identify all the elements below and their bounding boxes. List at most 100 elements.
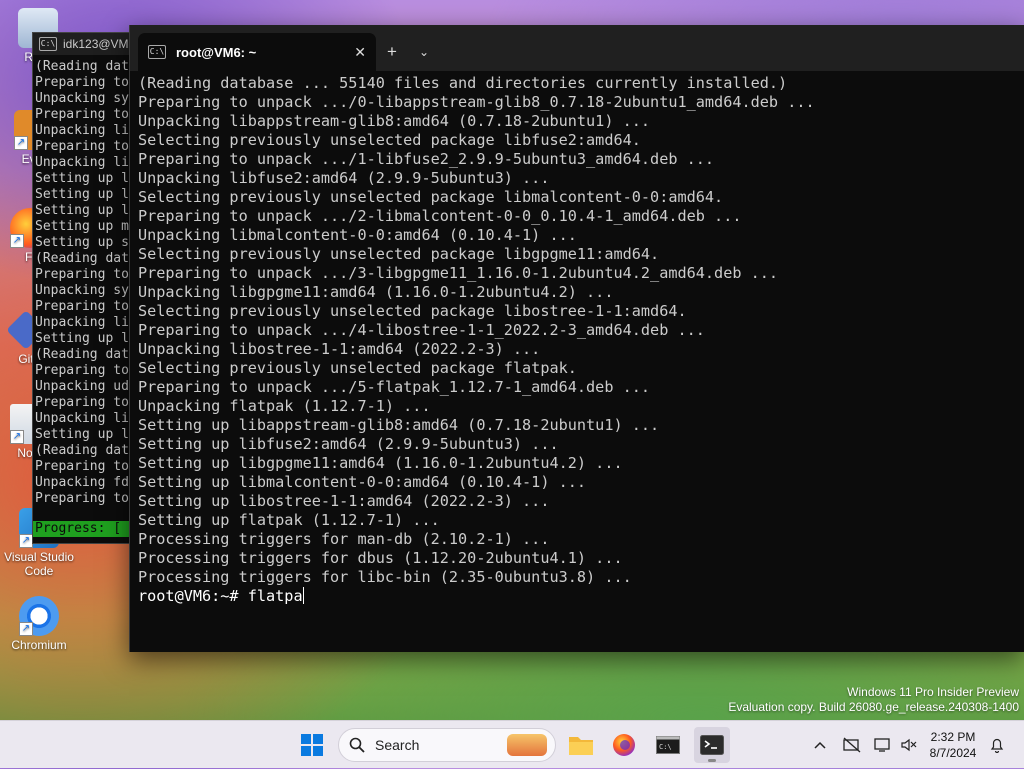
notifications-button[interactable]	[986, 721, 1008, 769]
background-terminal-output-line: Setting up l	[35, 187, 129, 202]
cmd-icon: C:\	[656, 736, 680, 754]
terminal-output-line: Preparing to unpack .../2-libmalcontent-…	[138, 207, 742, 225]
taskbar-search-box[interactable]: Search	[338, 728, 556, 762]
terminal-output-line: Setting up libostree-1-1:amd64 (2022.2-3…	[138, 492, 550, 510]
shortcut-arrow-icon: ↗	[10, 234, 24, 248]
volume-status[interactable]	[898, 721, 920, 769]
terminal-lines: (Reading database ... 55140 files and di…	[138, 74, 1024, 587]
background-terminal-output-line: Unpacking li	[35, 123, 129, 138]
background-terminal-output-line: (Reading dat	[35, 251, 129, 266]
shortcut-arrow-icon: ↗	[14, 136, 28, 150]
command-line[interactable]: root@VM6:~# flatpa	[138, 587, 1024, 606]
background-terminal-titlebar[interactable]: C:\ idk123@VM	[33, 33, 133, 55]
monitor-icon	[874, 738, 890, 752]
terminal-icon: C:\	[39, 37, 57, 51]
terminal-output-line: Selecting previously unselected package …	[138, 245, 660, 263]
search-highlight-icon	[507, 734, 547, 756]
network-status[interactable]	[840, 721, 864, 769]
terminal-output-line: Setting up libappstream-glib8:amd64 (0.7…	[138, 416, 660, 434]
evaluation-watermark: Windows 11 Pro Insider Preview Evaluatio…	[728, 685, 1019, 715]
watermark-line-1: Windows 11 Pro Insider Preview	[847, 685, 1019, 699]
background-terminal-output-line: Unpacking li	[35, 315, 129, 330]
terminal-output-line: Selecting previously unselected package …	[138, 131, 641, 149]
terminal-output-line: Setting up libgpgme11:amd64 (1.16.0-1.2u…	[138, 454, 623, 472]
shortcut-arrow-icon: ↗	[10, 430, 24, 444]
terminal-output-line: Unpacking flatpak (1.12.7-1) ...	[138, 397, 431, 415]
terminal-output-line: Processing triggers for dbus (1.12.20-2u…	[138, 549, 623, 567]
bell-icon	[990, 738, 1004, 753]
desktop-icon-chromium[interactable]: ↗ Chromium	[3, 596, 75, 652]
background-terminal-output-line: Setting up l	[35, 203, 129, 218]
background-terminal-output-line: (Reading dat	[35, 347, 129, 362]
terminal-output-line: Preparing to unpack .../3-libgpgme11_1.1…	[138, 264, 779, 282]
terminal-window[interactable]: C:\ root@VM6: ~ ✕ + ⌄ (Reading database …	[129, 25, 1024, 652]
terminal-taskbar-button-1[interactable]: C:\	[650, 727, 686, 763]
search-placeholder: Search	[375, 737, 420, 753]
taskbar: Search C:\ 2:32 PM 8/7/2024	[0, 720, 1024, 768]
background-terminal-output-line: Preparing to	[35, 491, 129, 506]
chromium-icon: ↗	[19, 596, 59, 636]
clock[interactable]: 2:32 PM 8/7/2024	[924, 729, 982, 761]
background-terminal-output-line: Setting up l	[35, 331, 129, 346]
background-terminal-window[interactable]: C:\ idk123@VM (Reading dat Preparing to Un…	[32, 32, 134, 544]
shortcut-arrow-icon: ↗	[19, 534, 33, 548]
terminal-output-line: Setting up libmalcontent-0-0:amd64 (0.10…	[138, 473, 587, 491]
terminal-output-line: Selecting previously unselected package …	[138, 359, 577, 377]
terminal-taskbar-button-active[interactable]	[694, 727, 730, 763]
background-terminal-output-line: Preparing to	[35, 395, 129, 410]
background-terminal-output-line: Preparing to	[35, 75, 129, 90]
background-terminal-output-line: (Reading dat	[35, 59, 129, 74]
text-cursor	[302, 587, 304, 604]
background-terminal-title: idk123@VM	[63, 37, 129, 51]
terminal-output-line: Unpacking libostree-1-1:amd64 (2022.2-3)…	[138, 340, 541, 358]
terminal-tab[interactable]: C:\ root@VM6: ~ ✕	[138, 33, 376, 71]
show-hidden-icons-button[interactable]	[808, 721, 832, 769]
background-terminal-output-line: Preparing to	[35, 267, 129, 282]
background-terminal-output-line: Setting up l	[35, 171, 129, 186]
prompt: root@VM6:~#	[138, 587, 248, 605]
close-tab-icon[interactable]: ✕	[354, 44, 366, 61]
terminal-output-line: Unpacking libmalcontent-0-0:amd64 (0.10.…	[138, 226, 577, 244]
background-terminal-output: (Reading dat Preparing to Unpacking sy Prep…	[33, 55, 133, 507]
display-status[interactable]	[872, 721, 894, 769]
terminal-output-line: Processing triggers for libc-bin (2.35-0…	[138, 568, 632, 586]
terminal-output-line: Unpacking libappstream-glib8:amd64 (0.7.…	[138, 112, 651, 130]
background-terminal-output-line: Unpacking sy	[35, 283, 129, 298]
background-terminal-output-line: Preparing to	[35, 459, 129, 474]
background-terminal-output-line: Unpacking fd	[35, 475, 129, 490]
start-button[interactable]	[294, 727, 330, 763]
search-icon	[349, 737, 365, 753]
chevron-up-icon	[814, 741, 826, 749]
terminal-output-line: Preparing to unpack .../1-libfuse2_2.9.9…	[138, 150, 715, 168]
terminal-icon	[700, 735, 724, 755]
folder-icon	[569, 737, 593, 755]
terminal-output[interactable]: (Reading database ... 55140 files and di…	[130, 71, 1024, 606]
background-terminal-output-line: Unpacking li	[35, 411, 129, 426]
progress-bar: Progress: [	[33, 521, 133, 537]
terminal-output-line: Setting up libfuse2:amd64 (2.9.9-5ubuntu…	[138, 435, 559, 453]
new-tab-button[interactable]: +	[376, 33, 408, 71]
terminal-icon: C:\	[148, 45, 166, 59]
background-terminal-output-line: Setting up l	[35, 427, 129, 442]
firefox-icon	[613, 734, 635, 756]
terminal-output-line: Selecting previously unselected package …	[138, 188, 724, 206]
terminal-output-line: Preparing to unpack .../4-libostree-1-1_…	[138, 321, 705, 339]
tab-bar: C:\ root@VM6: ~ ✕ + ⌄	[130, 25, 1024, 71]
terminal-output-line: Unpacking libgpgme11:amd64 (1.16.0-1.2ub…	[138, 283, 614, 301]
tab-dropdown-button[interactable]: ⌄	[408, 33, 440, 71]
clock-date: 8/7/2024	[929, 746, 977, 760]
background-terminal-output-line: Unpacking li	[35, 155, 129, 170]
firefox-taskbar-button[interactable]	[606, 727, 642, 763]
background-terminal-output-line: Unpacking ud	[35, 379, 129, 394]
background-terminal-output-line: Setting up s	[35, 235, 129, 250]
desktop-icon-label: Chromium	[11, 638, 67, 652]
command-input[interactable]: flatpa	[248, 587, 303, 605]
svg-text:C:\: C:\	[659, 743, 672, 751]
background-terminal-output-line: Preparing to	[35, 299, 129, 314]
background-terminal-output-line: Preparing to	[35, 363, 129, 378]
background-terminal-output-line: Preparing to	[35, 139, 129, 154]
file-explorer-button[interactable]	[563, 727, 599, 763]
terminal-output-line: Preparing to unpack .../5-flatpak_1.12.7…	[138, 378, 651, 396]
background-terminal-output-line: Preparing to	[35, 107, 129, 122]
watermark-line-2: Evaluation copy. Build 26080.ge_release.…	[728, 700, 1019, 714]
